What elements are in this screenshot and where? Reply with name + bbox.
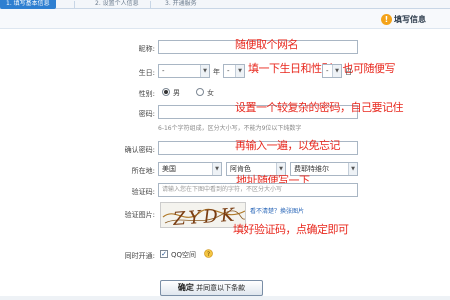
chevron-down-icon: ▼ <box>348 163 357 175</box>
gender-female-label: 女 <box>207 89 214 97</box>
info-icon: ! <box>381 14 392 25</box>
tab-divider <box>74 1 75 8</box>
captcha-glyphs: ZYDK <box>171 204 238 228</box>
gender-label: 性别: <box>138 90 155 98</box>
gender-male-label: 男 <box>173 89 180 97</box>
qzone-label: QQ空间 <box>171 251 197 259</box>
qzone-checkbox[interactable]: ✓ <box>160 250 168 258</box>
password-label: 密码: <box>138 110 155 118</box>
confirm-password-annotation: 再输入一遍，以免忘记 <box>235 139 341 152</box>
chevron-down-icon: ▼ <box>200 65 209 77</box>
section-header: ! 填写信息 <box>0 9 450 29</box>
page-bottom-bar <box>0 296 450 300</box>
tab-step-3[interactable]: 3. 开通服务 <box>165 0 197 9</box>
gender-female-radio[interactable] <box>196 88 204 96</box>
tab-divider <box>150 1 151 8</box>
birth-month-value: - <box>227 67 230 75</box>
password-hint: 6-16个字符组成，区分大小写，不能为9位以下纯数字 <box>158 125 302 132</box>
nickname-label: 昵称: <box>138 45 155 53</box>
birth-year-select[interactable]: - ▼ <box>158 64 210 78</box>
confirm-submit-button[interactable]: 确定 并同意以下条款 <box>160 280 263 296</box>
nickname-annotation: 随便取个网名 <box>235 38 299 51</box>
chevron-down-icon: ▼ <box>212 163 221 175</box>
step-tabbar: 1. 填写基本信息 2. 设置个人信息 3. 开通服务 <box>0 0 450 9</box>
birth-day-value: - <box>326 67 329 75</box>
captcha-label: 验证码: <box>131 188 155 196</box>
help-icon[interactable]: ? <box>204 249 213 258</box>
section-title: 填写信息 <box>394 15 426 24</box>
captcha-annotation: 填好验证码，点确定即可 <box>233 223 349 236</box>
services-label: 同时开通: <box>124 252 155 260</box>
birth-month-select[interactable]: - ▼ <box>223 64 245 78</box>
tab-step-2[interactable]: 2. 设置个人信息 <box>95 0 139 9</box>
country-select[interactable]: 美国 ▼ <box>158 162 222 176</box>
birth-year-unit: 年 <box>213 68 220 76</box>
gender-male-radio[interactable] <box>162 88 170 96</box>
confirm-password-label: 确认密码: <box>124 146 155 154</box>
birth-day-unit: 日 <box>345 68 352 76</box>
svg-text:?: ? <box>207 251 210 258</box>
location-label: 所在地: <box>131 167 155 175</box>
captcha-field[interactable]: 请输入您在下图中看到的字符，不区分大小写 <box>158 183 358 197</box>
birth-year-value: - <box>162 67 165 75</box>
birthday-label: 生日: <box>138 69 155 77</box>
captcha-image-label: 验证图片: <box>124 211 155 219</box>
chevron-down-icon: ▼ <box>332 65 341 77</box>
country-value: 美国 <box>162 165 176 173</box>
tab-step-1[interactable]: 1. 填写基本信息 <box>0 0 56 9</box>
birth-day-select[interactable]: - ▼ <box>322 64 342 78</box>
refresh-captcha-link[interactable]: 看不清楚？换张图片 <box>250 206 304 215</box>
submit-secondary-text: 并同意以下条款 <box>196 284 246 292</box>
submit-primary-text: 确定 <box>177 283 194 292</box>
chevron-down-icon: ▼ <box>235 65 244 77</box>
password-annotation: 设置一个较复杂的密码，自己要记住 <box>235 101 404 114</box>
